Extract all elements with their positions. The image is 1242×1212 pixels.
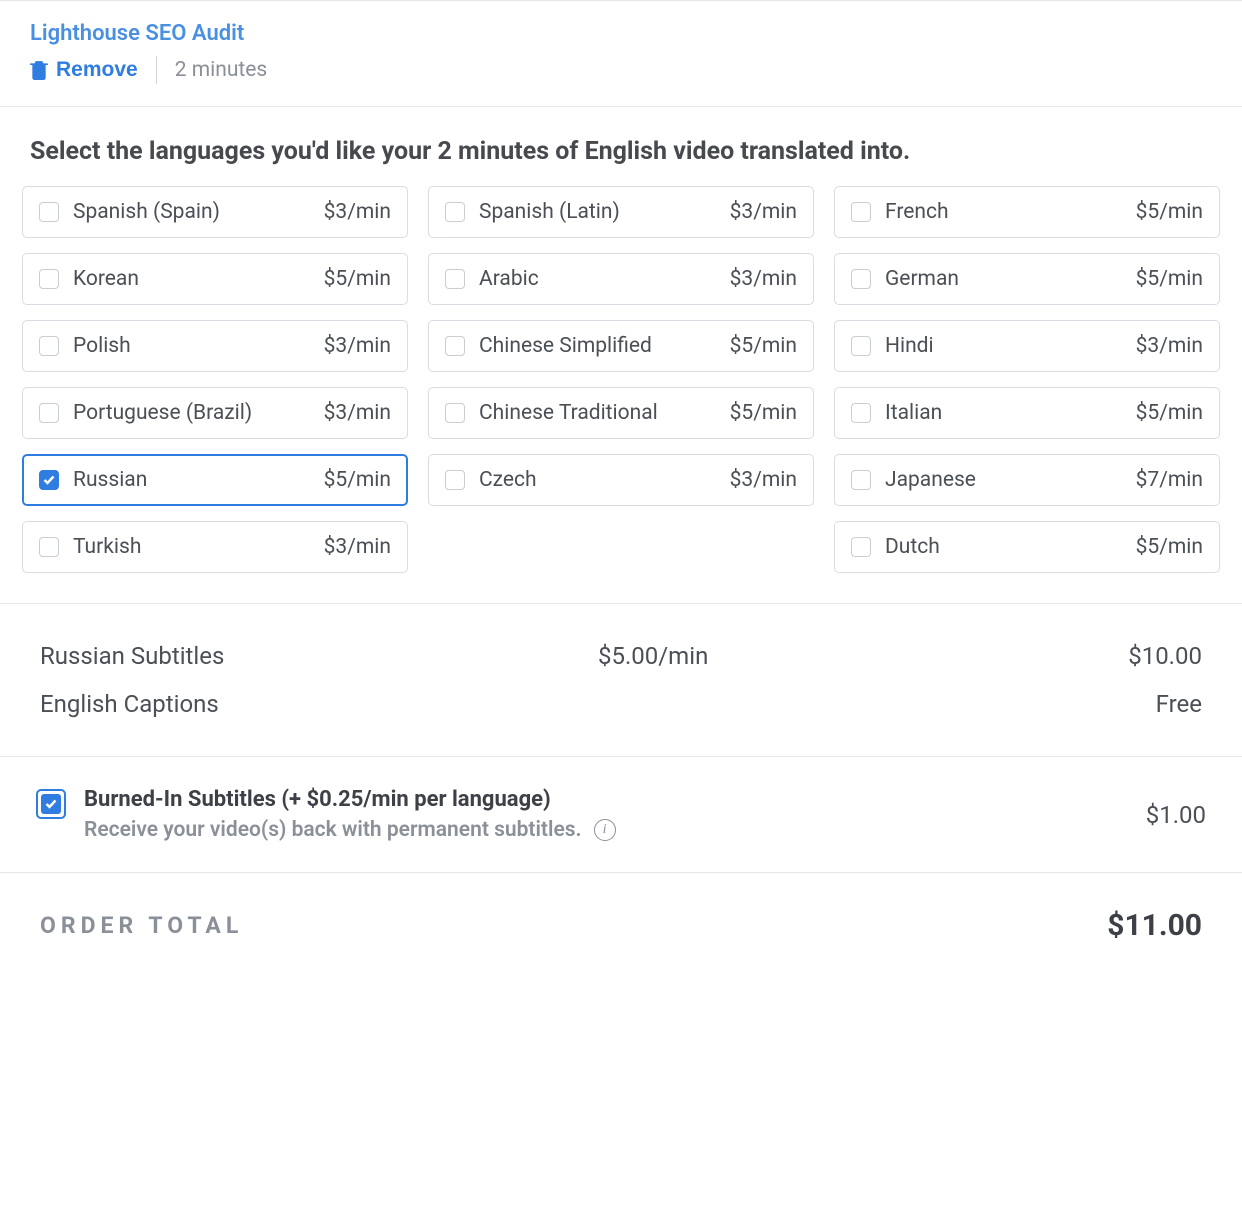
- file-duration: 2 minutes: [175, 58, 268, 82]
- check-icon: [45, 799, 57, 809]
- language-price: $3/min: [1136, 334, 1203, 358]
- language-name: Korean: [73, 267, 324, 291]
- language-price: $5/min: [1136, 535, 1203, 559]
- addon-checkbox[interactable]: [36, 789, 66, 819]
- language-price: $3/min: [324, 200, 391, 224]
- language-checkbox[interactable]: [851, 202, 871, 222]
- language-checkbox[interactable]: [39, 202, 59, 222]
- remove-button[interactable]: Remove: [30, 58, 138, 82]
- language-name: Polish: [73, 334, 324, 358]
- language-checkbox[interactable]: [39, 470, 59, 490]
- language-option[interactable]: Dutch$5/min: [834, 521, 1220, 573]
- language-option[interactable]: French$5/min: [834, 186, 1220, 238]
- addon-price: $1.00: [1146, 801, 1206, 829]
- language-option[interactable]: Chinese Traditional$5/min: [428, 387, 814, 439]
- language-option[interactable]: Spanish (Spain)$3/min: [22, 186, 408, 238]
- language-option[interactable]: Polish$3/min: [22, 320, 408, 372]
- language-checkbox[interactable]: [39, 403, 59, 423]
- language-price: $3/min: [730, 468, 797, 492]
- summary-amount: Free: [1082, 690, 1202, 718]
- language-checkbox[interactable]: [851, 537, 871, 557]
- summary-label: English Captions: [40, 690, 219, 718]
- language-name: Spanish (Latin): [479, 200, 730, 224]
- language-checkbox[interactable]: [39, 269, 59, 289]
- summary-row: Russian Subtitles$5.00/min$10.00: [40, 632, 1202, 680]
- language-name: Russian: [73, 468, 324, 492]
- language-option[interactable]: Korean$5/min: [22, 253, 408, 305]
- remove-label: Remove: [56, 58, 138, 82]
- language-price: $5/min: [730, 334, 797, 358]
- language-option[interactable]: Turkish$3/min: [22, 521, 408, 573]
- language-name: Turkish: [73, 535, 324, 559]
- language-option[interactable]: Hindi$3/min: [834, 320, 1220, 372]
- language-option[interactable]: Chinese Simplified$5/min: [428, 320, 814, 372]
- language-name: Dutch: [885, 535, 1136, 559]
- language-name: French: [885, 200, 1136, 224]
- language-price: $5/min: [1136, 267, 1203, 291]
- language-checkbox[interactable]: [39, 537, 59, 557]
- language-name: Chinese Simplified: [479, 334, 730, 358]
- language-price: $3/min: [324, 334, 391, 358]
- language-name: Czech: [479, 468, 730, 492]
- addon-section: Burned-In Subtitles (+ $0.25/min per lan…: [0, 757, 1242, 873]
- language-checkbox[interactable]: [851, 403, 871, 423]
- summary-row: English Captions Free: [40, 680, 1202, 728]
- language-name: Italian: [885, 401, 1136, 425]
- language-option[interactable]: Arabic$3/min: [428, 253, 814, 305]
- language-checkbox[interactable]: [445, 202, 465, 222]
- language-option[interactable]: Japanese$7/min: [834, 454, 1220, 506]
- summary-amount: $10.00: [1082, 642, 1202, 670]
- info-icon[interactable]: i: [594, 819, 616, 841]
- language-checkbox[interactable]: [445, 336, 465, 356]
- check-icon: [43, 475, 55, 485]
- language-price: $5/min: [1136, 401, 1203, 425]
- language-checkbox[interactable]: [39, 336, 59, 356]
- trash-icon: [30, 60, 48, 80]
- language-price: $5/min: [730, 401, 797, 425]
- language-checkbox[interactable]: [851, 470, 871, 490]
- language-price: $3/min: [730, 200, 797, 224]
- language-option[interactable]: Russian$5/min: [22, 454, 408, 506]
- summary-section: Russian Subtitles$5.00/min$10.00English …: [0, 603, 1242, 757]
- language-option[interactable]: Italian$5/min: [834, 387, 1220, 439]
- instruction-text: Select the languages you'd like your 2 m…: [30, 137, 1212, 166]
- order-total-section: ORDER TOTAL $11.00: [0, 873, 1242, 953]
- language-name: Chinese Traditional: [479, 401, 730, 425]
- language-price: $5/min: [1136, 200, 1203, 224]
- summary-label: Russian Subtitles: [40, 642, 224, 670]
- language-option[interactable]: Portuguese (Brazil)$3/min: [22, 387, 408, 439]
- language-option[interactable]: Spanish (Latin)$3/min: [428, 186, 814, 238]
- summary-rate: $5.00/min: [224, 642, 1082, 670]
- language-price: $3/min: [324, 401, 391, 425]
- language-price: $5/min: [324, 267, 391, 291]
- language-option[interactable]: German$5/min: [834, 253, 1220, 305]
- language-price: $5/min: [324, 468, 391, 492]
- language-price: $7/min: [1136, 468, 1203, 492]
- language-name: Spanish (Spain): [73, 200, 324, 224]
- language-name: Arabic: [479, 267, 730, 291]
- language-price: $3/min: [730, 267, 797, 291]
- language-name: German: [885, 267, 1136, 291]
- languages-grid: Spanish (Spain)$3/minSpanish (Latin)$3/m…: [0, 186, 1242, 603]
- addon-description: Receive your video(s) back with permanen…: [84, 818, 582, 842]
- file-title-link[interactable]: Lighthouse SEO Audit: [30, 21, 244, 46]
- language-checkbox[interactable]: [851, 269, 871, 289]
- language-checkbox[interactable]: [851, 336, 871, 356]
- order-total-label: ORDER TOTAL: [40, 912, 243, 939]
- language-checkbox[interactable]: [445, 403, 465, 423]
- language-name: Japanese: [885, 468, 1136, 492]
- language-name: Hindi: [885, 334, 1136, 358]
- addon-title: Burned-In Subtitles (+ $0.25/min per lan…: [84, 787, 1128, 812]
- order-total-amount: $11.00: [1107, 908, 1202, 943]
- language-checkbox[interactable]: [445, 470, 465, 490]
- divider: [156, 56, 157, 84]
- language-option[interactable]: Czech$3/min: [428, 454, 814, 506]
- language-price: $3/min: [324, 535, 391, 559]
- file-header: Lighthouse SEO Audit Remove 2 minutes: [0, 0, 1242, 107]
- language-checkbox[interactable]: [445, 269, 465, 289]
- language-name: Portuguese (Brazil): [73, 401, 324, 425]
